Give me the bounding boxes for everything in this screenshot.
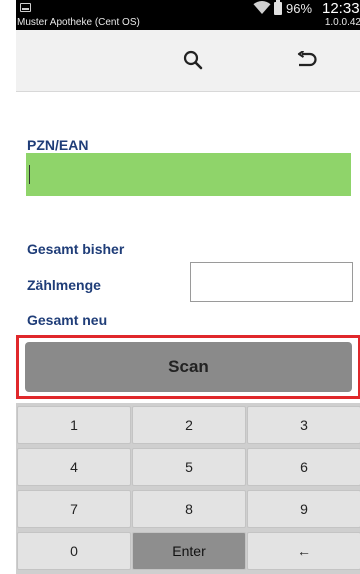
search-icon [183,50,203,70]
numeric-keypad: 1 2 3 4 5 6 7 8 9 0 Enter ← [16,403,360,574]
pzn-input[interactable] [26,153,351,196]
battery-icon [274,0,282,15]
app-version: 1.0.0.42 [324,17,360,28]
scan-button[interactable]: Scan [25,342,352,392]
back-button[interactable] [287,40,327,80]
app-notification-icon [20,3,31,12]
status-bar: 96% 12:33 Muster Apotheke (Cent OS) 1.0.… [16,0,360,30]
zaehlmenge-input[interactable] [190,262,353,302]
zaehlmenge-label: Zählmenge [27,277,101,293]
key-6[interactable]: 6 [247,448,360,486]
search-button[interactable] [173,40,213,80]
key-backspace[interactable]: ← [247,532,360,570]
key-1[interactable]: 1 [17,406,131,444]
key-2[interactable]: 2 [132,406,246,444]
battery-percentage: 96% [286,1,313,16]
back-arrow-icon [297,51,317,67]
gesamt-bisher-label: Gesamt bisher [27,241,125,257]
key-3[interactable]: 3 [247,406,360,444]
key-4[interactable]: 4 [17,448,131,486]
text-cursor [29,165,30,184]
clock-time: 12:33 [322,0,360,17]
key-7[interactable]: 7 [17,490,131,528]
key-5[interactable]: 5 [132,448,246,486]
toolbar [16,30,360,92]
key-9[interactable]: 9 [247,490,360,528]
pzn-label: PZN/EAN [27,137,89,153]
key-enter[interactable]: Enter [132,532,246,570]
wifi-icon [253,1,271,15]
app-screen: 96% 12:33 Muster Apotheke (Cent OS) 1.0.… [16,0,360,574]
app-name: Muster Apotheke (Cent OS) [17,17,140,28]
key-8[interactable]: 8 [132,490,246,528]
key-0[interactable]: 0 [17,532,131,570]
gesamt-neu-label: Gesamt neu [27,312,108,328]
